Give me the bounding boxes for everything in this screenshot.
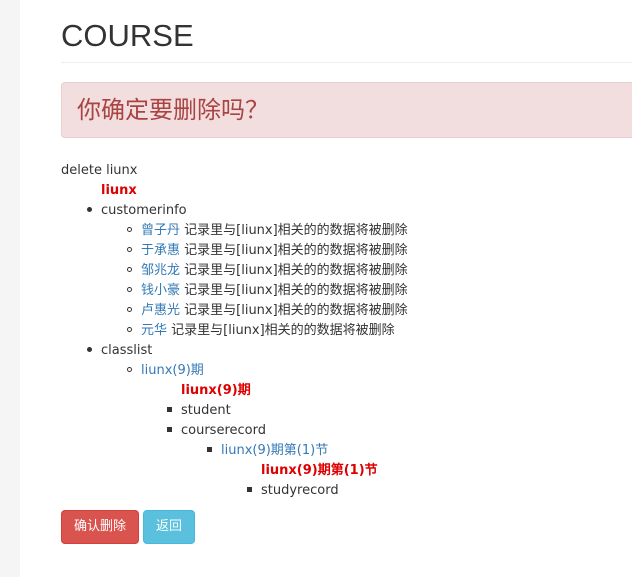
page-header: COURSE: [61, 18, 632, 63]
relation-studyrecord: studyrecord: [61, 481, 632, 501]
list-item: 钱小豪 记录里与[liunx]相关的的数据将被删除: [61, 281, 632, 301]
relation-label: studyrecord: [261, 483, 339, 498]
customer-link-1[interactable]: 曾子丹: [141, 223, 180, 238]
class-object-name: liunx(9)期: [181, 383, 251, 398]
delete-label: delete liunx: [61, 163, 138, 178]
relation-classlist: classlist: [61, 341, 632, 361]
customer-link-5[interactable]: 卢惠光: [141, 303, 180, 318]
customer-note: 记录里与[liunx]相关的的数据将被删除: [167, 323, 395, 338]
relation-label: student: [181, 403, 231, 418]
record-link[interactable]: liunx(9)期第(1)节: [221, 443, 328, 458]
back-button[interactable]: 返回: [143, 510, 196, 544]
relation-customerinfo: customerinfo: [61, 201, 632, 221]
list-item: 曾子丹 记录里与[liunx]相关的的数据将被删除: [61, 221, 632, 241]
alert-message: 你确定要删除吗？: [77, 96, 269, 124]
root-object-name: liunx: [101, 183, 137, 198]
record-object-name: liunx(9)期第(1)节: [261, 463, 378, 478]
relation-label: courserecord: [181, 423, 266, 438]
list-item: 于承惠 记录里与[liunx]相关的的数据将被删除: [61, 241, 632, 261]
page-title: COURSE: [61, 18, 194, 53]
delete-tree: delete liunx liunx customerinfo 曾子丹 记录里与…: [61, 161, 632, 501]
list-item: 卢惠光 记录里与[liunx]相关的的数据将被删除: [61, 301, 632, 321]
delete-confirm-alert: 你确定要删除吗？: [61, 82, 632, 138]
customer-link-2[interactable]: 于承惠: [141, 243, 180, 258]
customer-link-3[interactable]: 邹兆龙: [141, 263, 180, 278]
relation-label: classlist: [101, 343, 153, 358]
relation-courserecord: courserecord: [61, 421, 632, 441]
customer-link-6[interactable]: 元华: [141, 323, 167, 338]
customer-note: 记录里与[liunx]相关的的数据将被删除: [180, 263, 408, 278]
relation-list: customerinfo 曾子丹 记录里与[liunx]相关的的数据将被删除 于…: [61, 201, 632, 501]
class-link[interactable]: liunx(9)期: [141, 363, 204, 378]
confirm-delete-button[interactable]: 确认删除: [61, 510, 140, 544]
customer-note: 记录里与[liunx]相关的的数据将被删除: [180, 283, 408, 298]
list-item: 元华 记录里与[liunx]相关的的数据将被删除: [61, 321, 632, 341]
customer-note: 记录里与[liunx]相关的的数据将被删除: [180, 303, 408, 318]
list-item: liunx(9)期: [61, 361, 632, 381]
relation-label: customerinfo: [101, 203, 187, 218]
list-item: liunx(9)期第(1)节: [61, 441, 632, 461]
relation-student: student: [61, 401, 632, 421]
page-container: COURSE 你确定要删除吗？ delete liunx liunx custo…: [20, 0, 632, 577]
customer-link-4[interactable]: 钱小豪: [141, 283, 180, 298]
action-buttons: 确认删除 返回: [61, 510, 196, 544]
customer-note: 记录里与[liunx]相关的的数据将被删除: [180, 243, 408, 258]
customer-note: 记录里与[liunx]相关的的数据将被删除: [180, 223, 408, 238]
list-item: 邹兆龙 记录里与[liunx]相关的的数据将被删除: [61, 261, 632, 281]
